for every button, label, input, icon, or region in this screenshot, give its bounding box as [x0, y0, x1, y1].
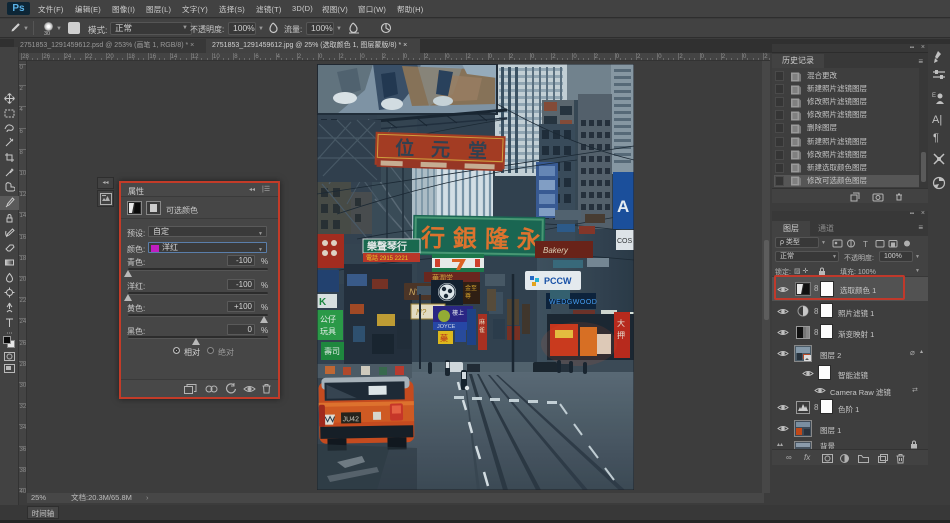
svg-text:E: E [932, 93, 936, 99]
svg-text:A|: A| [932, 114, 942, 126]
svg-text:T: T [863, 240, 868, 248]
svg-text:¶: ¶ [933, 132, 939, 144]
